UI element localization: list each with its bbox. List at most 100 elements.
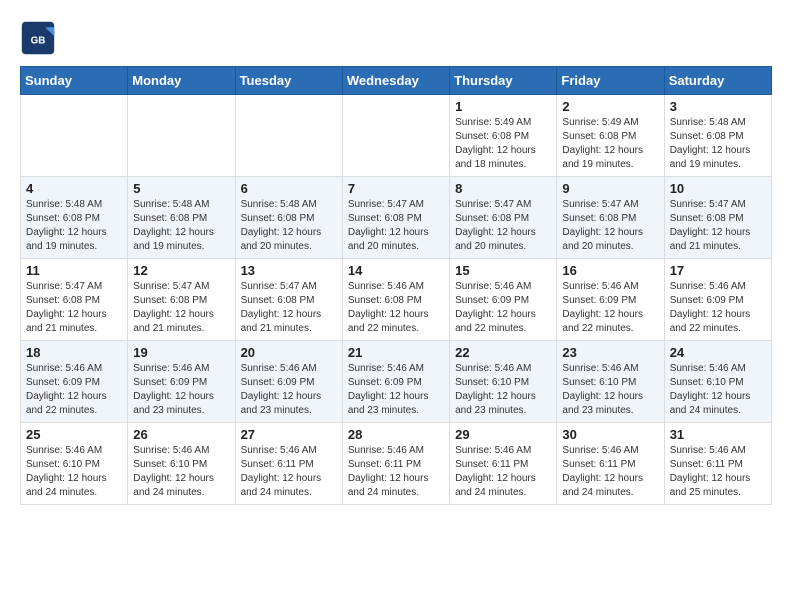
calendar-day-cell: 25 Sunrise: 5:46 AM Sunset: 6:10 PM Dayli…	[21, 423, 128, 505]
calendar-day-cell	[128, 95, 235, 177]
logo: GB	[20, 20, 62, 56]
weekday-header: Sunday	[21, 67, 128, 95]
calendar-day-cell: 1Sunrise: 5:49 AM Sunset: 6:08 PM Daylig…	[450, 95, 557, 177]
day-number: 1	[455, 99, 551, 114]
day-info: Sunrise: 5:46 AM Sunset: 6:09 PM Dayligh…	[670, 280, 766, 336]
calendar-day-cell: 9 Sunrise: 5:47 AM Sunset: 6:08 PM Daylig…	[557, 177, 664, 259]
day-info: Sunrise: 5:46 AM Sunset: 6:11 PM Dayligh…	[241, 444, 337, 500]
calendar-header-row: SundayMondayTuesdayWednesdayThursdayFrid…	[21, 67, 772, 95]
weekday-header: Friday	[557, 67, 664, 95]
day-info: Sunrise: 5:48 AM Sunset: 6:08 PM Dayligh…	[26, 198, 122, 254]
page-header: GB	[20, 20, 772, 56]
weekday-header: Thursday	[450, 67, 557, 95]
calendar-day-cell: 29 Sunrise: 5:46 AM Sunset: 6:11 PM Dayli…	[450, 423, 557, 505]
calendar-day-cell: 23 Sunrise: 5:46 AM Sunset: 6:10 PM Dayli…	[557, 341, 664, 423]
calendar-day-cell	[342, 95, 449, 177]
calendar-day-cell: 18 Sunrise: 5:46 AM Sunset: 6:09 PM Dayli…	[21, 341, 128, 423]
day-number: 25	[26, 427, 122, 442]
day-number: 18	[26, 345, 122, 360]
day-info: Sunrise: 5:46 AM Sunset: 6:10 PM Dayligh…	[26, 444, 122, 500]
day-info: Sunrise: 5:47 AM Sunset: 6:08 PM Dayligh…	[455, 198, 551, 254]
calendar-day-cell: 5 Sunrise: 5:48 AM Sunset: 6:08 PM Daylig…	[128, 177, 235, 259]
day-number: 10	[670, 181, 766, 196]
day-info: Sunrise: 5:47 AM Sunset: 6:08 PM Dayligh…	[241, 280, 337, 336]
calendar-day-cell: 26 Sunrise: 5:46 AM Sunset: 6:10 PM Dayli…	[128, 423, 235, 505]
svg-text:GB: GB	[31, 35, 46, 46]
day-number: 4	[26, 181, 122, 196]
calendar-week-row: 25 Sunrise: 5:46 AM Sunset: 6:10 PM Dayli…	[21, 423, 772, 505]
day-info: Sunrise: 5:47 AM Sunset: 6:08 PM Dayligh…	[26, 280, 122, 336]
day-number: 22	[455, 345, 551, 360]
calendar-day-cell: 4 Sunrise: 5:48 AM Sunset: 6:08 PM Daylig…	[21, 177, 128, 259]
day-info: Sunrise: 5:46 AM Sunset: 6:09 PM Dayligh…	[26, 362, 122, 418]
calendar-day-cell: 6 Sunrise: 5:48 AM Sunset: 6:08 PM Daylig…	[235, 177, 342, 259]
day-number: 2	[562, 99, 658, 114]
day-number: 24	[670, 345, 766, 360]
weekday-header: Tuesday	[235, 67, 342, 95]
day-number: 9	[562, 181, 658, 196]
calendar-day-cell: 24 Sunrise: 5:46 AM Sunset: 6:10 PM Dayli…	[664, 341, 771, 423]
day-number: 8	[455, 181, 551, 196]
calendar-day-cell	[235, 95, 342, 177]
day-info: Sunrise: 5:46 AM Sunset: 6:10 PM Dayligh…	[562, 362, 658, 418]
calendar-week-row: 1 Sunrise: 5:49 AM Sunset: 6:08 PM Daylig…	[21, 95, 772, 177]
day-info: Sunrise: 5:46 AM Sunset: 6:09 PM Dayligh…	[562, 280, 658, 336]
day-number: 12	[133, 263, 229, 278]
calendar-day-cell: 17 Sunrise: 5:46 AM Sunset: 6:09 PM Dayli…	[664, 259, 771, 341]
day-number: 17	[670, 263, 766, 278]
day-info: Sunrise: 5:46 AM Sunset: 6:11 PM Dayligh…	[455, 444, 551, 500]
weekday-header: Monday	[128, 67, 235, 95]
day-info: Sunrise: 5:48 AM Sunset: 6:08 PM Dayligh…	[670, 116, 766, 172]
day-number: 16	[562, 263, 658, 278]
day-info: Sunrise: 5:46 AM Sunset: 6:11 PM Dayligh…	[348, 444, 444, 500]
day-info: Sunrise: 5:46 AM Sunset: 6:10 PM Dayligh…	[670, 362, 766, 418]
day-info: Sunrise: 5:46 AM Sunset: 6:10 PM Dayligh…	[455, 362, 551, 418]
calendar-day-cell: 14 Sunrise: 5:46 AM Sunset: 6:08 PM Dayli…	[342, 259, 449, 341]
day-info: Sunrise: 5:48 AM Sunset: 6:08 PM Dayligh…	[241, 198, 337, 254]
day-number: 6	[241, 181, 337, 196]
weekday-header: Saturday	[664, 67, 771, 95]
day-info: Sunrise: 5:46 AM Sunset: 6:09 PM Dayligh…	[133, 362, 229, 418]
calendar-day-cell: 30 Sunrise: 5:46 AM Sunset: 6:11 PM Dayli…	[557, 423, 664, 505]
day-info: Sunrise: 5:47 AM Sunset: 6:08 PM Dayligh…	[133, 280, 229, 336]
day-info: Sunrise: 5:47 AM Sunset: 6:08 PM Dayligh…	[562, 198, 658, 254]
calendar-day-cell: 12 Sunrise: 5:47 AM Sunset: 6:08 PM Dayli…	[128, 259, 235, 341]
day-info: Sunrise: 5:46 AM Sunset: 6:09 PM Dayligh…	[241, 362, 337, 418]
day-number: 5	[133, 181, 229, 196]
calendar-week-row: 11 Sunrise: 5:47 AM Sunset: 6:08 PM Dayli…	[21, 259, 772, 341]
day-info: Sunrise: 5:46 AM Sunset: 6:09 PM Dayligh…	[348, 362, 444, 418]
calendar-day-cell: 7 Sunrise: 5:47 AM Sunset: 6:08 PM Daylig…	[342, 177, 449, 259]
day-number: 21	[348, 345, 444, 360]
day-number: 29	[455, 427, 551, 442]
logo-icon: GB	[20, 20, 56, 56]
day-number: 26	[133, 427, 229, 442]
day-number: 19	[133, 345, 229, 360]
day-number: 3	[670, 99, 766, 114]
day-number: 14	[348, 263, 444, 278]
day-number: 31	[670, 427, 766, 442]
calendar-table: SundayMondayTuesdayWednesdayThursdayFrid…	[20, 66, 772, 505]
day-number: 30	[562, 427, 658, 442]
day-info: Sunrise: 5:46 AM Sunset: 6:11 PM Dayligh…	[562, 444, 658, 500]
day-info: Sunrise: 5:46 AM Sunset: 6:08 PM Dayligh…	[348, 280, 444, 336]
calendar-week-row: 18 Sunrise: 5:46 AM Sunset: 6:09 PM Dayli…	[21, 341, 772, 423]
day-number: 23	[562, 345, 658, 360]
day-info: Sunrise: 5:47 AM Sunset: 6:08 PM Dayligh…	[670, 198, 766, 254]
day-number: 11	[26, 263, 122, 278]
calendar-day-cell: 11 Sunrise: 5:47 AM Sunset: 6:08 PM Dayli…	[21, 259, 128, 341]
calendar-day-cell	[21, 95, 128, 177]
day-number: 28	[348, 427, 444, 442]
calendar-day-cell: 8 Sunrise: 5:47 AM Sunset: 6:08 PM Daylig…	[450, 177, 557, 259]
calendar-day-cell: 10 Sunrise: 5:47 AM Sunset: 6:08 PM Dayli…	[664, 177, 771, 259]
day-number: 20	[241, 345, 337, 360]
day-info: Sunrise: 5:46 AM Sunset: 6:10 PM Dayligh…	[133, 444, 229, 500]
calendar-week-row: 4 Sunrise: 5:48 AM Sunset: 6:08 PM Daylig…	[21, 177, 772, 259]
day-number: 13	[241, 263, 337, 278]
day-number: 7	[348, 181, 444, 196]
day-info: Sunrise: 5:47 AM Sunset: 6:08 PM Dayligh…	[348, 198, 444, 254]
calendar-day-cell: 13 Sunrise: 5:47 AM Sunset: 6:08 PM Dayli…	[235, 259, 342, 341]
weekday-header: Wednesday	[342, 67, 449, 95]
day-info: Sunrise: 5:48 AM Sunset: 6:08 PM Dayligh…	[133, 198, 229, 254]
calendar-day-cell: 31Sunrise: 5:46 AM Sunset: 6:11 PM Dayli…	[664, 423, 771, 505]
day-info: Sunrise: 5:49 AM Sunset: 6:08 PM Dayligh…	[562, 116, 658, 172]
